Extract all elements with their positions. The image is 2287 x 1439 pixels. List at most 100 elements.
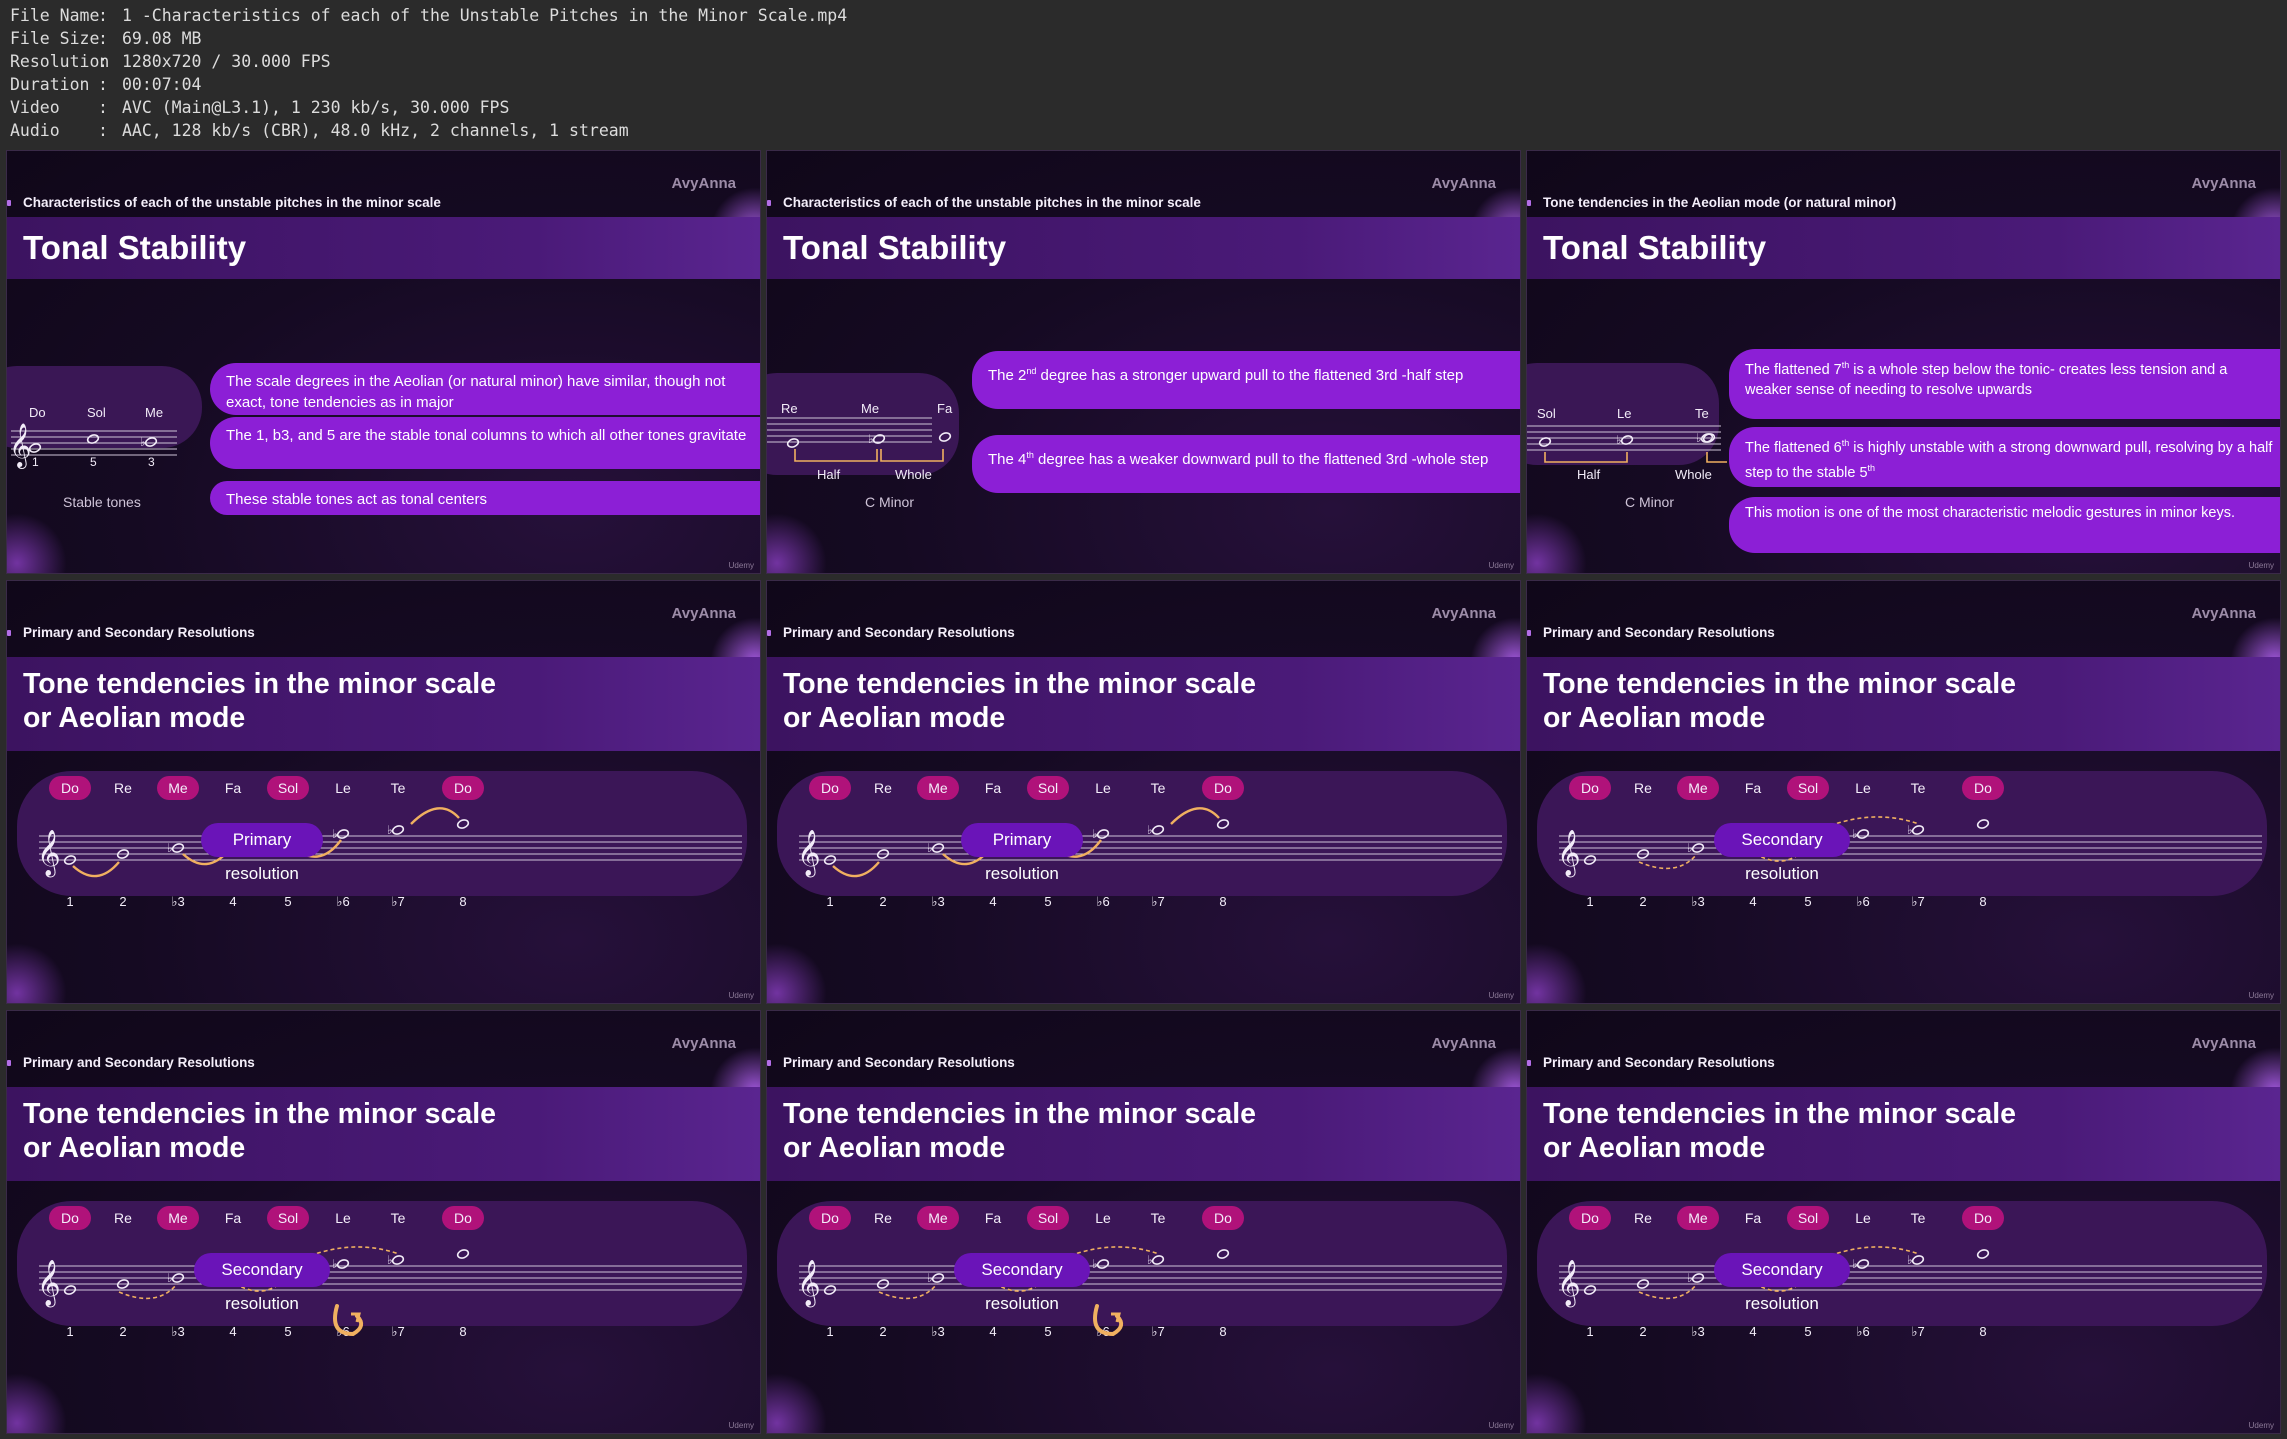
watermark: Udemy [1488, 1421, 1514, 1430]
video-thumbnail[interactable]: AvyAnna Udemy Primary and Secondary Resolu… [6, 1010, 761, 1434]
solfege-label: Fa [1745, 780, 1762, 796]
whole-note [336, 1259, 350, 1269]
watermark: Udemy [2248, 1421, 2274, 1430]
slide-subtitle: Primary and Secondary Resolutions [23, 625, 255, 640]
solfege-label: Re [874, 1210, 892, 1226]
whole-note [938, 432, 952, 442]
subtitle-marker [767, 1060, 771, 1066]
subtitle-marker [1527, 200, 1531, 206]
subtitle-marker [7, 200, 11, 206]
solfege-label: Re [114, 1210, 132, 1226]
resolution-label-pill[interactable]: Primary resolution [201, 823, 323, 883]
subtitle-marker [7, 630, 11, 636]
slide-title: Tone tendencies in the minor scale or Aeo… [23, 667, 623, 735]
video-thumbnail[interactable]: AvyAnna Udemy Primary and Secondary Resolu… [766, 580, 1521, 1004]
scale-degree-label: 5 [90, 455, 97, 469]
slide-title: Tone tendencies in the minor scale or Aeo… [23, 1097, 623, 1165]
video-thumbnail[interactable]: AvyAnna Udemy Primary and Secondary Resolu… [1526, 1010, 2281, 1434]
file-info-key: Duration [10, 75, 90, 94]
scale-degree-label: 8 [1219, 1324, 1226, 1339]
scale-degree-label: 5 [1044, 894, 1051, 909]
whole-note [456, 1249, 470, 1259]
flat-sign-icon: ♭ [927, 1271, 933, 1285]
whole-note [1911, 1255, 1925, 1265]
flat-sign-icon: ♭ [1852, 1257, 1858, 1271]
video-thumbnail[interactable]: AvyAnna Udemy Primary and Secondary Resolu… [6, 580, 761, 1004]
slide-subtitle: Primary and Secondary Resolutions [23, 1055, 255, 1070]
video-thumbnail[interactable]: AvyAnna Udemy Characteristics of each of t… [766, 150, 1521, 574]
info-bubble: The 2nd degree has a stronger upward pul… [972, 351, 1520, 409]
solfege-label: Re [114, 780, 132, 796]
solfege-label: Sol [1038, 1210, 1058, 1226]
brand-logo-text: AvyAnna [671, 605, 736, 622]
file-info-value: 69.08 MB [122, 29, 202, 48]
file-info-colon: : [98, 52, 108, 71]
scale-degree-label: 4 [989, 894, 996, 909]
resolution-staff-svg: 𝄞 Do 1 Re 2 Me ♭3 ♭ Fa 4 Sol 5 Le ♭6 ♭ Te ♭7 ♭ Do 8 [37, 776, 742, 909]
scale-degree-label: 5 [1804, 894, 1811, 909]
bubble-superscript: th [1867, 462, 1876, 473]
scale-degree-label: 2 [1639, 1324, 1646, 1339]
solfege-label: Do [29, 405, 46, 420]
bubble-text: The 2 [988, 367, 1027, 384]
resolution-label-pill[interactable]: Secondary resolution [954, 1253, 1090, 1313]
video-thumbnail[interactable]: AvyAnna Udemy Primary and Secondary Resolu… [766, 1010, 1521, 1434]
solfege-label: Do [1214, 1210, 1232, 1226]
whole-note [336, 829, 350, 839]
bubble-text: The 4 [988, 451, 1027, 468]
file-info-header: File Name:1 -Characteristics of each of … [10, 4, 847, 142]
watermark: Udemy [728, 991, 754, 1000]
resolution-arrow [410, 807, 460, 825]
solfege-label: Do [821, 780, 839, 796]
treble-clef-icon: 𝄞 [1557, 1260, 1581, 1308]
glow-decoration [7, 513, 67, 573]
scale-degree-label: 1 [66, 894, 73, 909]
bubble-superscript: nd [1026, 366, 1037, 376]
solfege-label: Le [1617, 406, 1631, 421]
scale-degree-label: ♭6 [1856, 1324, 1869, 1339]
scale-degree-label: ♭3 [931, 894, 944, 909]
flat-sign-icon: ♭ [167, 841, 173, 855]
info-bubble: The flattened 6th is highly unstable wit… [1729, 427, 2280, 487]
slide-title-line: Tone tendencies in the minor scale [1543, 668, 2017, 700]
scale-degree-label: ♭7 [1151, 894, 1164, 909]
interval-label: Whole [1675, 467, 1712, 482]
resolution-arrow [1170, 807, 1220, 825]
scale-degree-label: 4 [1749, 894, 1756, 909]
whole-note [1976, 1249, 1990, 1259]
slide-subtitle: Primary and Secondary Resolutions [1543, 1055, 1775, 1070]
treble-clef-icon: 𝄞 [37, 1260, 61, 1308]
glow-decoration [767, 1373, 827, 1433]
scale-degree-label: ♭6 [336, 894, 349, 909]
flat-sign-icon: ♭ [927, 841, 933, 855]
scale-degree-label: ♭6 [1856, 894, 1869, 909]
file-info-row: File Name:1 -Characteristics of each of … [10, 4, 847, 27]
scale-degree-label: 8 [459, 1324, 466, 1339]
staff-caption: Stable tones [63, 494, 141, 510]
video-thumbnail[interactable]: AvyAnna Udemy Primary and Secondary Resolu… [1526, 580, 2281, 1004]
solfege-label: Le [1095, 780, 1111, 796]
brand-logo-text: AvyAnna [2191, 605, 2256, 622]
slide-subtitle: Characteristics of each of the unstable … [783, 195, 1201, 210]
resolution-label-pill[interactable]: Secondary resolution [194, 1253, 330, 1313]
solfege-label: Te [391, 780, 406, 796]
file-info-key: Audio [10, 121, 60, 140]
slide-title-line: Tone tendencies in the minor scale [1543, 1098, 2017, 1130]
solfege-label: Sol [1537, 406, 1556, 421]
scale-degree-label: ♭7 [1911, 894, 1924, 909]
file-info-key: File Size [10, 29, 100, 48]
watermark: Udemy [728, 1421, 754, 1430]
flat-sign-icon: ♭ [1687, 841, 1693, 855]
video-thumbnail[interactable]: AvyAnna Udemy Tone tendencies in the Aeoli… [1526, 150, 2281, 574]
whole-note [786, 438, 800, 448]
interval-label: Half [817, 467, 841, 482]
file-info-row: Audio: AAC, 128 kb/s (CBR), 48.0 kHz, 2 c… [10, 119, 847, 142]
video-thumbnail[interactable]: AvyAnna Udemy Characteristics of each of t… [6, 150, 761, 574]
resolution-label-pill[interactable]: Secondary resolution [1714, 823, 1850, 883]
slide-title-line: or Aeolian mode [23, 702, 246, 734]
resolution-label-pill[interactable]: Primary resolution [961, 823, 1083, 883]
resolution-label-pill[interactable]: Secondary resolution [1714, 1253, 1850, 1313]
whole-note [456, 819, 470, 829]
scale-degree-label: ♭3 [171, 1324, 184, 1339]
file-info-key: Video [10, 98, 60, 117]
